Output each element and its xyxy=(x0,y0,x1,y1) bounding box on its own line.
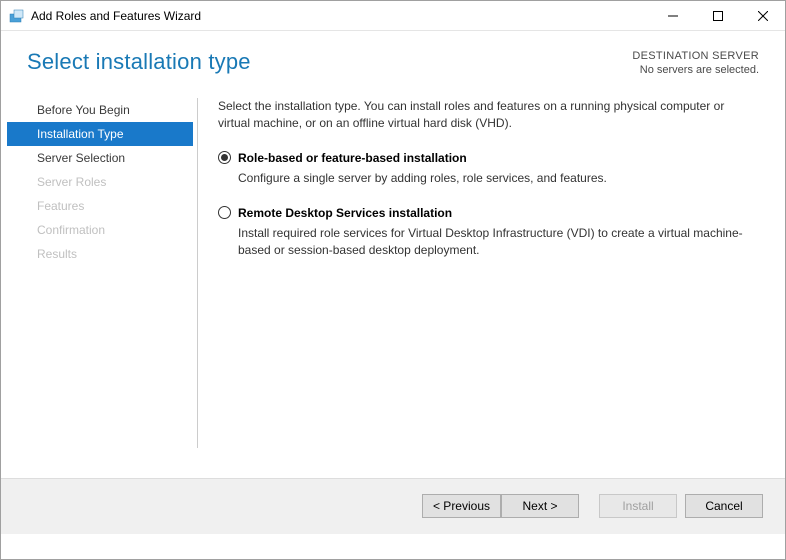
step-features: Features xyxy=(7,194,193,218)
footer: < Previous Next > Install Cancel xyxy=(1,478,785,534)
content: Before You BeginInstallation TypeServer … xyxy=(1,86,785,478)
step-server-roles: Server Roles xyxy=(7,170,193,194)
step-server-selection[interactable]: Server Selection xyxy=(7,146,193,170)
option-desc: Install required role services for Virtu… xyxy=(238,225,755,260)
maximize-button[interactable] xyxy=(695,1,740,30)
radio-icon[interactable] xyxy=(218,151,231,164)
previous-button[interactable]: < Previous xyxy=(422,494,501,518)
header: Select installation type DESTINATION SER… xyxy=(1,31,785,86)
destination-value: No servers are selected. xyxy=(632,63,759,77)
destination-label: DESTINATION SERVER xyxy=(632,49,759,63)
titlebar: Add Roles and Features Wizard xyxy=(1,1,785,31)
option-title: Remote Desktop Services installation xyxy=(238,205,755,222)
step-before-you-begin[interactable]: Before You Begin xyxy=(7,98,193,122)
minimize-button[interactable] xyxy=(650,1,695,30)
radio-icon[interactable] xyxy=(218,206,231,219)
option-desc: Configure a single server by adding role… xyxy=(238,170,755,187)
sidebar: Before You BeginInstallation TypeServer … xyxy=(7,92,193,478)
step-results: Results xyxy=(7,242,193,266)
app-icon xyxy=(9,8,25,24)
close-button[interactable] xyxy=(740,1,785,30)
option-0[interactable]: Role-based or feature-based installation… xyxy=(218,150,755,187)
cancel-button[interactable]: Cancel xyxy=(685,494,763,518)
step-installation-type[interactable]: Installation Type xyxy=(7,122,193,146)
option-title: Role-based or feature-based installation xyxy=(238,150,755,167)
option-1[interactable]: Remote Desktop Services installation Inst… xyxy=(218,205,755,259)
page-title: Select installation type xyxy=(27,49,251,75)
window-title: Add Roles and Features Wizard xyxy=(31,9,650,23)
destination-info: DESTINATION SERVER No servers are select… xyxy=(632,49,759,78)
step-confirmation: Confirmation xyxy=(7,218,193,242)
main-panel: Select the installation type. You can in… xyxy=(198,92,759,478)
install-button: Install xyxy=(599,494,677,518)
next-button[interactable]: Next > xyxy=(501,494,579,518)
window-controls xyxy=(650,1,785,30)
intro-text: Select the installation type. You can in… xyxy=(218,98,755,133)
